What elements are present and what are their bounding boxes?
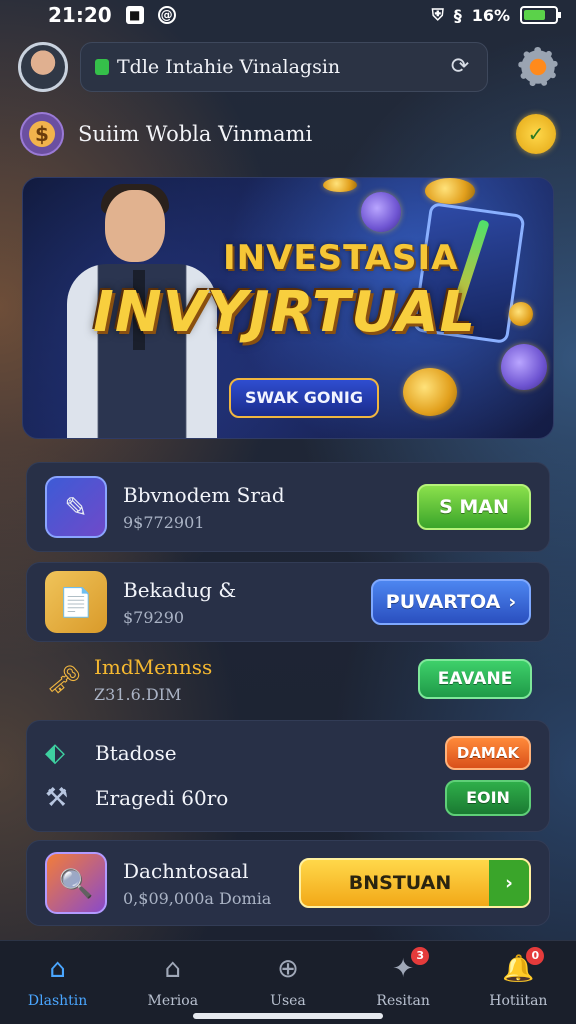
button-label: BNSTUAN (348, 872, 452, 894)
gold-coin-icon (323, 178, 357, 192)
gold-coin-icon (425, 178, 475, 204)
banner-button[interactable]: SWAK GONIG (229, 378, 379, 418)
nav-label: Dlashtin (27, 993, 88, 1009)
list-item: 📄 Bekadug & $79290 PUVARTOA › (26, 562, 550, 642)
nav-item-user[interactable]: ⊕ Usea (238, 953, 338, 1009)
battery-icon (520, 6, 561, 24)
tag-icon: ⬖ (45, 737, 65, 768)
status-bar: 21:20 ■ @ ⛨ § 16% (0, 0, 576, 30)
nav-label: Usea (270, 993, 306, 1009)
promo-banner[interactable]: INVESTASIA INVYJRTUAL SWAK GONIG (22, 177, 554, 439)
notification-badge: 3 (411, 947, 430, 965)
list-item: ⬖ Btadose DAMAK (45, 731, 531, 774)
list-item: ✎ Bbvnodem Srad 9$772901 S MAN (26, 462, 550, 552)
magnifier-icon: 🔍 (45, 852, 107, 914)
item-title: Bbvnodem Srad (123, 482, 285, 507)
avatar[interactable] (18, 42, 68, 92)
search-bar[interactable]: Tdle Intahie Vinalagsin ⟳ (80, 42, 488, 92)
item-title: Bekadug & (123, 577, 237, 602)
item-title: ImdMennss (94, 654, 213, 679)
item-action-button[interactable]: DAMAK (445, 735, 531, 770)
item-title: Dachntosaal (123, 858, 249, 883)
gold-coin-icon (403, 368, 457, 416)
welcome-text: Suiim Wobla Vinmami (78, 122, 313, 146)
search-text: Tdle Intahie Vinalagsin (117, 56, 341, 78)
nav-item-market[interactable]: ⌂ Merioa (123, 953, 223, 1009)
list-item: ⚒ Eragedi 60ro EOIN (45, 774, 531, 821)
item-value: 9$772901 (123, 512, 205, 532)
nav-label: Hotiitan (489, 993, 548, 1009)
home-indicator[interactable] (193, 1013, 383, 1019)
nav-label: Merioa (147, 993, 199, 1009)
coin-icon: $ (20, 112, 64, 156)
check-badge-icon[interactable]: ✓ (516, 114, 556, 154)
notification-badge: 0 (526, 947, 545, 965)
item-title: Btadose (95, 740, 177, 765)
settings-gear-icon[interactable] (518, 47, 558, 87)
chevron-right-icon: › (489, 860, 529, 906)
list-group: ⬖ Btadose DAMAK ⚒ Eragedi 60ro EOIN (26, 720, 550, 832)
pen-chart-icon: ✎ (45, 476, 107, 538)
purple-coin-icon (501, 344, 547, 390)
item-value: $79290 (123, 607, 185, 627)
sync-icon: @ (157, 6, 176, 24)
document-money-icon: 📄 (45, 571, 107, 633)
button-label: PUVARTOA (385, 591, 501, 613)
welcome-row: $ Suiim Wobla Vinmami ✓ (20, 108, 556, 160)
search-icon[interactable]: ⟳ (447, 54, 473, 80)
hammer-icon: ⚒ (45, 782, 69, 813)
item-action-button[interactable]: PUVARTOA › (371, 579, 531, 625)
item-action-button[interactable]: S MAN (417, 484, 531, 530)
list-item: 🔍 Dachntosaal 0,$09,000a Domia BNSTUAN › (26, 840, 550, 926)
home-icon: ⌂ (49, 954, 66, 984)
house-icon: ⌂ (164, 954, 182, 984)
bottom-nav: ⌂ Dlashtin ⌂ Merioa ⊕ Usea ✦ 3 Resitan 🔔… (0, 940, 576, 1024)
key-check-icon: 🗝 (46, 662, 82, 696)
nav-item-notifications[interactable]: 🔔 0 Hotiitan (468, 947, 568, 1009)
lock-icon (95, 59, 109, 75)
item-title: Eragedi 60ro (95, 785, 229, 810)
item-value: Z31.6.DIM (94, 684, 182, 704)
nav-label: Resitan (376, 993, 430, 1009)
status-right: ⛨ § 16% (431, 5, 561, 25)
nav-item-results[interactable]: ✦ 3 Resitan (353, 947, 453, 1009)
item-value: 0,$09,000a Domia (123, 888, 272, 908)
notification-icon: ■ (125, 6, 144, 24)
banner-title: INVESTASIA (223, 238, 459, 278)
chevron-right-icon: › (508, 591, 517, 613)
item-action-button[interactable]: BNSTUAN › (299, 858, 531, 908)
wifi-icon: § (453, 5, 462, 25)
top-header: Tdle Intahie Vinalagsin ⟳ (0, 36, 576, 98)
status-time: 21:20 (48, 3, 112, 27)
item-action-button[interactable]: EOIN (445, 779, 531, 816)
purple-coin-icon (361, 192, 401, 232)
banner-subtitle: INVYJRTUAL (93, 280, 477, 345)
signal-icon: ⛨ (431, 5, 444, 24)
compass-icon: ⊕ (277, 954, 299, 984)
list-item: 🗝 ImdMennss Z31.6.DIM EAVANE (26, 644, 550, 714)
nav-item-dashboard[interactable]: ⌂ Dlashtin (8, 953, 108, 1009)
item-action-button[interactable]: EAVANE (418, 659, 532, 699)
battery-percent: 16% (471, 5, 510, 25)
